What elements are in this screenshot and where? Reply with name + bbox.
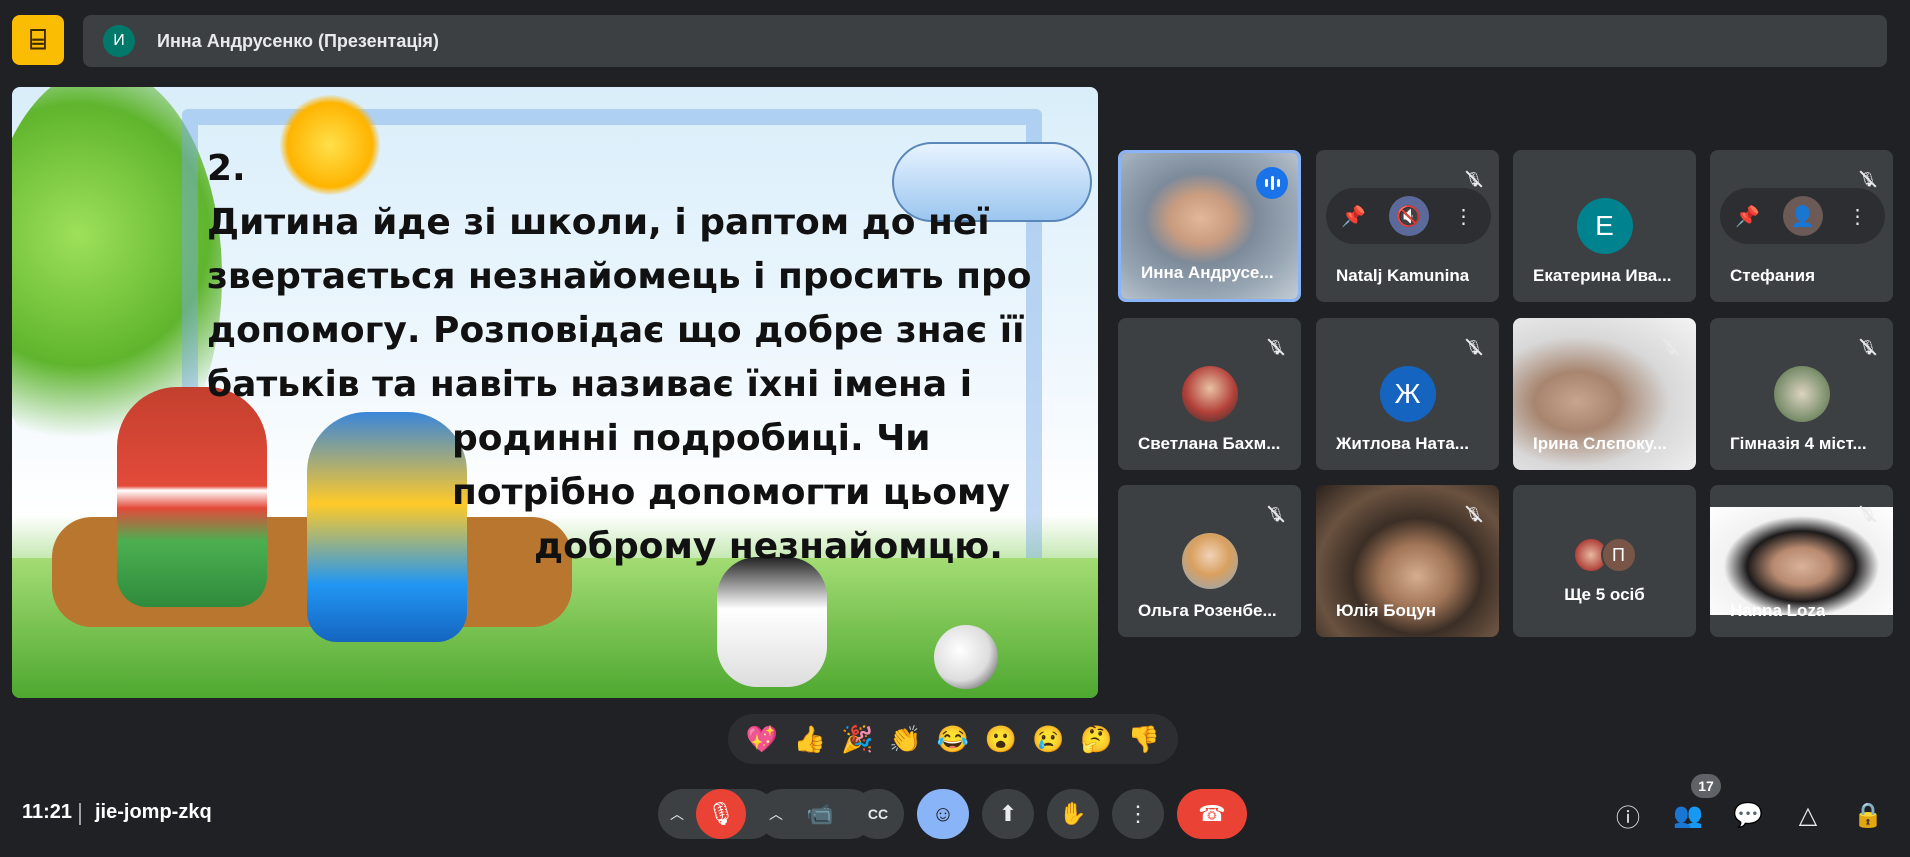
people-icon[interactable]: 👥 [1670,797,1706,833]
more-options-icon[interactable]: ⋮ [1444,196,1484,236]
camera-toggle-button[interactable]: 📹 [795,789,845,839]
more-participants-label: Ще 5 осіб [1564,585,1645,604]
slide-line: Дитина йде зі школи, і раптом до неї [207,202,990,243]
participant-name: Гімназія 4 міст... [1730,434,1867,453]
reaction-sparkling-heart[interactable]: 💖 [746,724,778,755]
participant-tile[interactable]: Е Екатерина Ива... [1513,150,1696,302]
more-participants-avatars: П [1572,537,1637,573]
soccer-ball-illustration [934,625,998,689]
host-controls-icon[interactable]: 🔒 [1850,797,1886,833]
pin-icon[interactable]: 📌 [1728,196,1768,236]
participant-avatar: Ж [1379,366,1436,422]
mic-off-icon [1463,168,1485,190]
participant-tile[interactable]: Юлія Боцун [1316,485,1499,637]
participant-tile[interactable]: Гімназія 4 міст... [1710,318,1893,470]
participant-name: Житлова Ната... [1336,434,1469,453]
mic-off-icon [1463,503,1485,525]
tile-hover-controls: 📌 👤 ⋮ [1720,188,1885,244]
mic-off-icon [1660,336,1682,358]
clock: 11:21 [22,801,73,823]
tile-hover-controls: 📌 🔇 ⋮ [1326,188,1491,244]
present-screen-button[interactable]: ⬆ [982,789,1034,839]
reaction-thumbs-down[interactable]: 👎 [1128,724,1160,755]
presenter-title: Инна Андрусенко (Презентація) [157,30,439,51]
slide-line: батьків та навіть називає їхні імена і [207,364,973,405]
reaction-surprised[interactable]: 😮 [985,724,1017,755]
participant-tile[interactable]: 📌 👤 ⋮ Стефания [1710,150,1893,302]
participant-avatar: Е [1576,198,1633,254]
reaction-crying[interactable]: 😢 [1032,724,1064,755]
participant-name: Инна Андрусе... [1141,263,1274,282]
raise-hand-button[interactable]: ✋ [1047,789,1099,839]
participant-name: Светлана Бахм... [1138,434,1281,453]
participant-name: Стефания [1730,266,1816,285]
slide-text: 2. Дитина йде зі школи, і раптом до неї … [207,142,1032,574]
mic-off-icon [1857,168,1879,190]
presentation-slide: 2. Дитина йде зі школи, і раптом до неї … [12,87,1098,698]
mic-off-icon [1857,503,1879,525]
chat-icon[interactable]: 💬 [1730,797,1766,833]
leave-call-button[interactable]: ☎ [1177,789,1247,839]
participant-tile[interactable]: Инна Андрусе... [1118,150,1301,302]
participant-avatar: П [1600,537,1637,573]
emoji-reactions-button[interactable]: ☺ [917,789,969,839]
slide-line: звертається незнайомець і просить про [207,256,1032,297]
participant-tile[interactable]: Ірина Слєпоку... [1513,318,1696,470]
mic-off-icon [1265,503,1287,525]
participant-tile[interactable]: Hanna Loza [1710,485,1893,637]
mic-toggle-button[interactable]: 🎙 [696,789,746,839]
mic-off-icon [1857,336,1879,358]
participant-tile[interactable]: 📌 🔇 ⋮ Natalj Kamunina [1316,150,1499,302]
participant-tile[interactable]: Ольга Розенбе... [1118,485,1301,637]
more-options-button[interactable]: ⋮ [1112,789,1164,839]
participant-tile[interactable]: Ж Житлова Ната... [1316,318,1499,470]
reaction-clapping[interactable]: 👏 [889,724,921,755]
meet-logo-icon[interactable]: ⌸ [12,15,64,65]
slide-number: 2. [207,148,246,189]
reaction-party-popper[interactable]: 🎉 [841,724,873,755]
participant-photo-avatar[interactable]: 👤 [1782,196,1823,236]
presenter-avatar: И [103,25,135,57]
presenter-bar: И Инна Андрусенко (Презентація) [83,15,1887,67]
participant-name: Екатерина Ива... [1533,266,1672,285]
mic-off-icon [1463,336,1485,358]
slide-line: родинні подробиці. Чи [452,418,931,459]
mic-options-chevron-icon[interactable]: ︿ [658,804,696,824]
participant-photo-avatar [1181,533,1238,589]
participant-name: Natalj Kamunina [1336,266,1470,285]
participant-photo-avatar [1773,366,1830,422]
captions-button[interactable]: CC [852,789,904,839]
meeting-details-icon[interactable]: ⓘ [1610,797,1646,833]
participant-name: Hanna Loza [1730,601,1826,620]
participant-tile[interactable]: П Ще 5 осіб [1513,485,1696,637]
dog-illustration [717,557,827,687]
pin-icon[interactable]: 📌 [1334,196,1374,236]
camera-options-chevron-icon[interactable]: ︿ [757,804,795,824]
reactions-bar: 💖 👍 🎉 👏 😂 😮 😢 🤔 👎 [728,714,1178,764]
slide-line: потрібно допомогти цьому [452,472,1010,513]
reaction-thumbs-up[interactable]: 👍 [793,724,825,755]
participant-tile[interactable]: Светлана Бахм... [1118,318,1301,470]
reaction-laughing[interactable]: 😂 [937,724,969,755]
participant-name: Юлія Боцун [1336,601,1437,620]
activities-icon[interactable]: △ [1790,797,1826,833]
participant-name: Ірина Слєпоку... [1533,434,1667,453]
slide-line: доброму незнайомцю. [534,526,1003,567]
more-options-icon[interactable]: ⋮ [1838,196,1878,236]
mute-participant-icon[interactable]: 🔇 [1388,196,1429,236]
participant-name: Ольга Розенбе... [1138,601,1277,620]
slide-line: допомогу. Розповідає що добре знає її [207,310,1025,351]
mic-off-icon [1265,336,1287,358]
meeting-code: jie-jomp-zkq [95,801,212,823]
speaking-indicator-icon [1256,167,1288,199]
reaction-thinking[interactable]: 🤔 [1080,724,1112,755]
footer-divider [79,803,81,825]
participants-count-badge: 17 [1691,774,1721,798]
participant-photo-avatar [1181,366,1238,422]
